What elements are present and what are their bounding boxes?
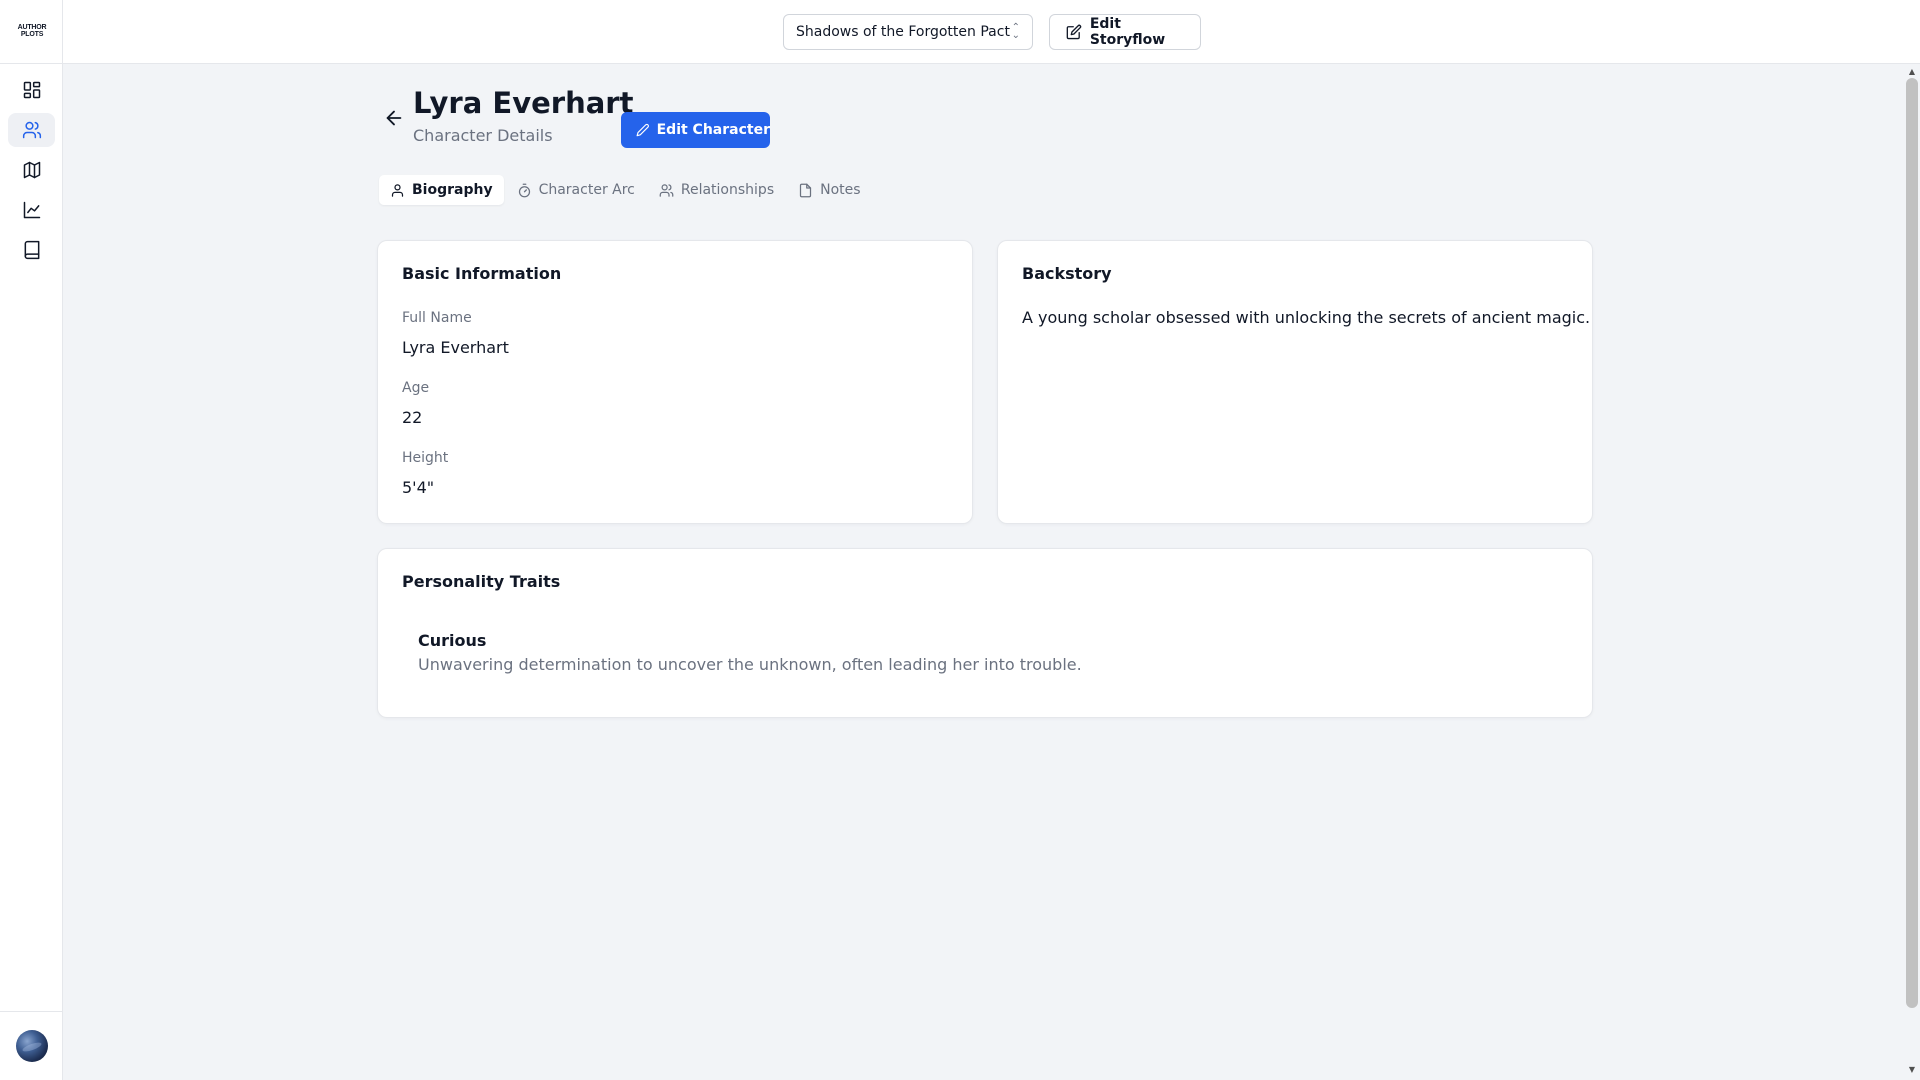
- card-title: Backstory: [1022, 264, 1112, 283]
- scroll-down-arrow-icon[interactable]: ▼: [1908, 1066, 1916, 1074]
- tab-label: Notes: [820, 182, 861, 198]
- book-icon: [24, 240, 39, 260]
- sidebar-bottom-divider: [0, 1011, 63, 1012]
- backstory-text: A young scholar obsessed with unlocking …: [1022, 308, 1591, 327]
- avatar[interactable]: [16, 1030, 48, 1062]
- edit-character-label: Edit Character: [656, 122, 770, 138]
- page-title: Lyra Everhart: [413, 86, 634, 120]
- field-value-age: 22: [402, 408, 423, 427]
- tab-label: Biography: [412, 182, 493, 198]
- file-icon: [800, 183, 812, 197]
- tab-biography[interactable]: Biography: [379, 175, 504, 205]
- scroll-up-arrow-icon[interactable]: ▲: [1908, 68, 1916, 76]
- tab-character-arc[interactable]: Character Arc: [506, 175, 646, 205]
- sidebar-divider: [0, 63, 63, 64]
- user-icon: [391, 183, 404, 197]
- users-icon: [659, 183, 674, 197]
- tab-notes[interactable]: Notes: [787, 175, 871, 205]
- field-label-height: Height: [402, 450, 449, 466]
- dashboard-icon: [23, 81, 40, 99]
- sidebar: AUTHOR PLOTS: [0, 0, 63, 1080]
- backstory-card: Backstory A young scholar obsessed with …: [997, 240, 1593, 524]
- personality-traits-card: Personality Traits Curious Unwavering de…: [377, 548, 1593, 718]
- field-label-full-name: Full Name: [402, 310, 472, 326]
- trait-description: Unwavering determination to uncover the …: [418, 655, 1082, 674]
- tab-relationships[interactable]: Relationships: [648, 175, 785, 205]
- field-value-height: 5'4": [402, 478, 435, 497]
- sidebar-item-analytics[interactable]: [8, 193, 55, 227]
- card-title: Personality Traits: [402, 572, 561, 591]
- edit-storyflow-label: Edit Storyflow: [1089, 16, 1166, 48]
- field-value-full-name: Lyra Everhart: [402, 338, 509, 357]
- logo-line2: PLOTS: [20, 30, 44, 38]
- arrow-left-icon: [386, 110, 402, 126]
- app-logo[interactable]: AUTHOR PLOTS: [14, 22, 50, 40]
- sidebar-item-map[interactable]: [8, 153, 55, 187]
- story-select[interactable]: Shadows of the Forgotten Pact ⌃ ⌄: [783, 14, 1033, 50]
- map-icon: [23, 161, 40, 179]
- story-select-value: Shadows of the Forgotten Pact: [796, 24, 1010, 40]
- edit-icon: [1066, 24, 1082, 40]
- tab-label: Character Arc: [538, 182, 635, 198]
- basic-info-card: Basic Information Full Name Lyra Everhar…: [377, 240, 973, 524]
- topbar: Shadows of the Forgotten Pact ⌃ ⌄ Edit St…: [63, 0, 1920, 64]
- tab-bar: Biography Character Arc Relationships No…: [379, 173, 874, 207]
- scrollbar-thumb[interactable]: [1906, 78, 1918, 1008]
- sidebar-item-dashboard[interactable]: [8, 73, 55, 107]
- card-title: Basic Information: [402, 264, 562, 283]
- chart-icon: [23, 201, 40, 219]
- sidebar-item-book[interactable]: [8, 233, 55, 267]
- pencil-icon: [636, 123, 649, 137]
- sidebar-item-characters[interactable]: [8, 113, 55, 147]
- chevron-up-down-icon: ⌃ ⌄: [1011, 22, 1020, 41]
- back-button[interactable]: [383, 107, 405, 129]
- page-subtitle: Character Details: [413, 126, 553, 145]
- trait-name: Curious: [418, 631, 487, 650]
- field-label-age: Age: [402, 380, 430, 396]
- edit-storyflow-button[interactable]: Edit Storyflow: [1049, 14, 1201, 50]
- tab-label: Relationships: [680, 182, 775, 198]
- timer-icon: [518, 183, 530, 197]
- edit-character-button[interactable]: Edit Character: [621, 112, 770, 148]
- users-icon: [22, 121, 41, 139]
